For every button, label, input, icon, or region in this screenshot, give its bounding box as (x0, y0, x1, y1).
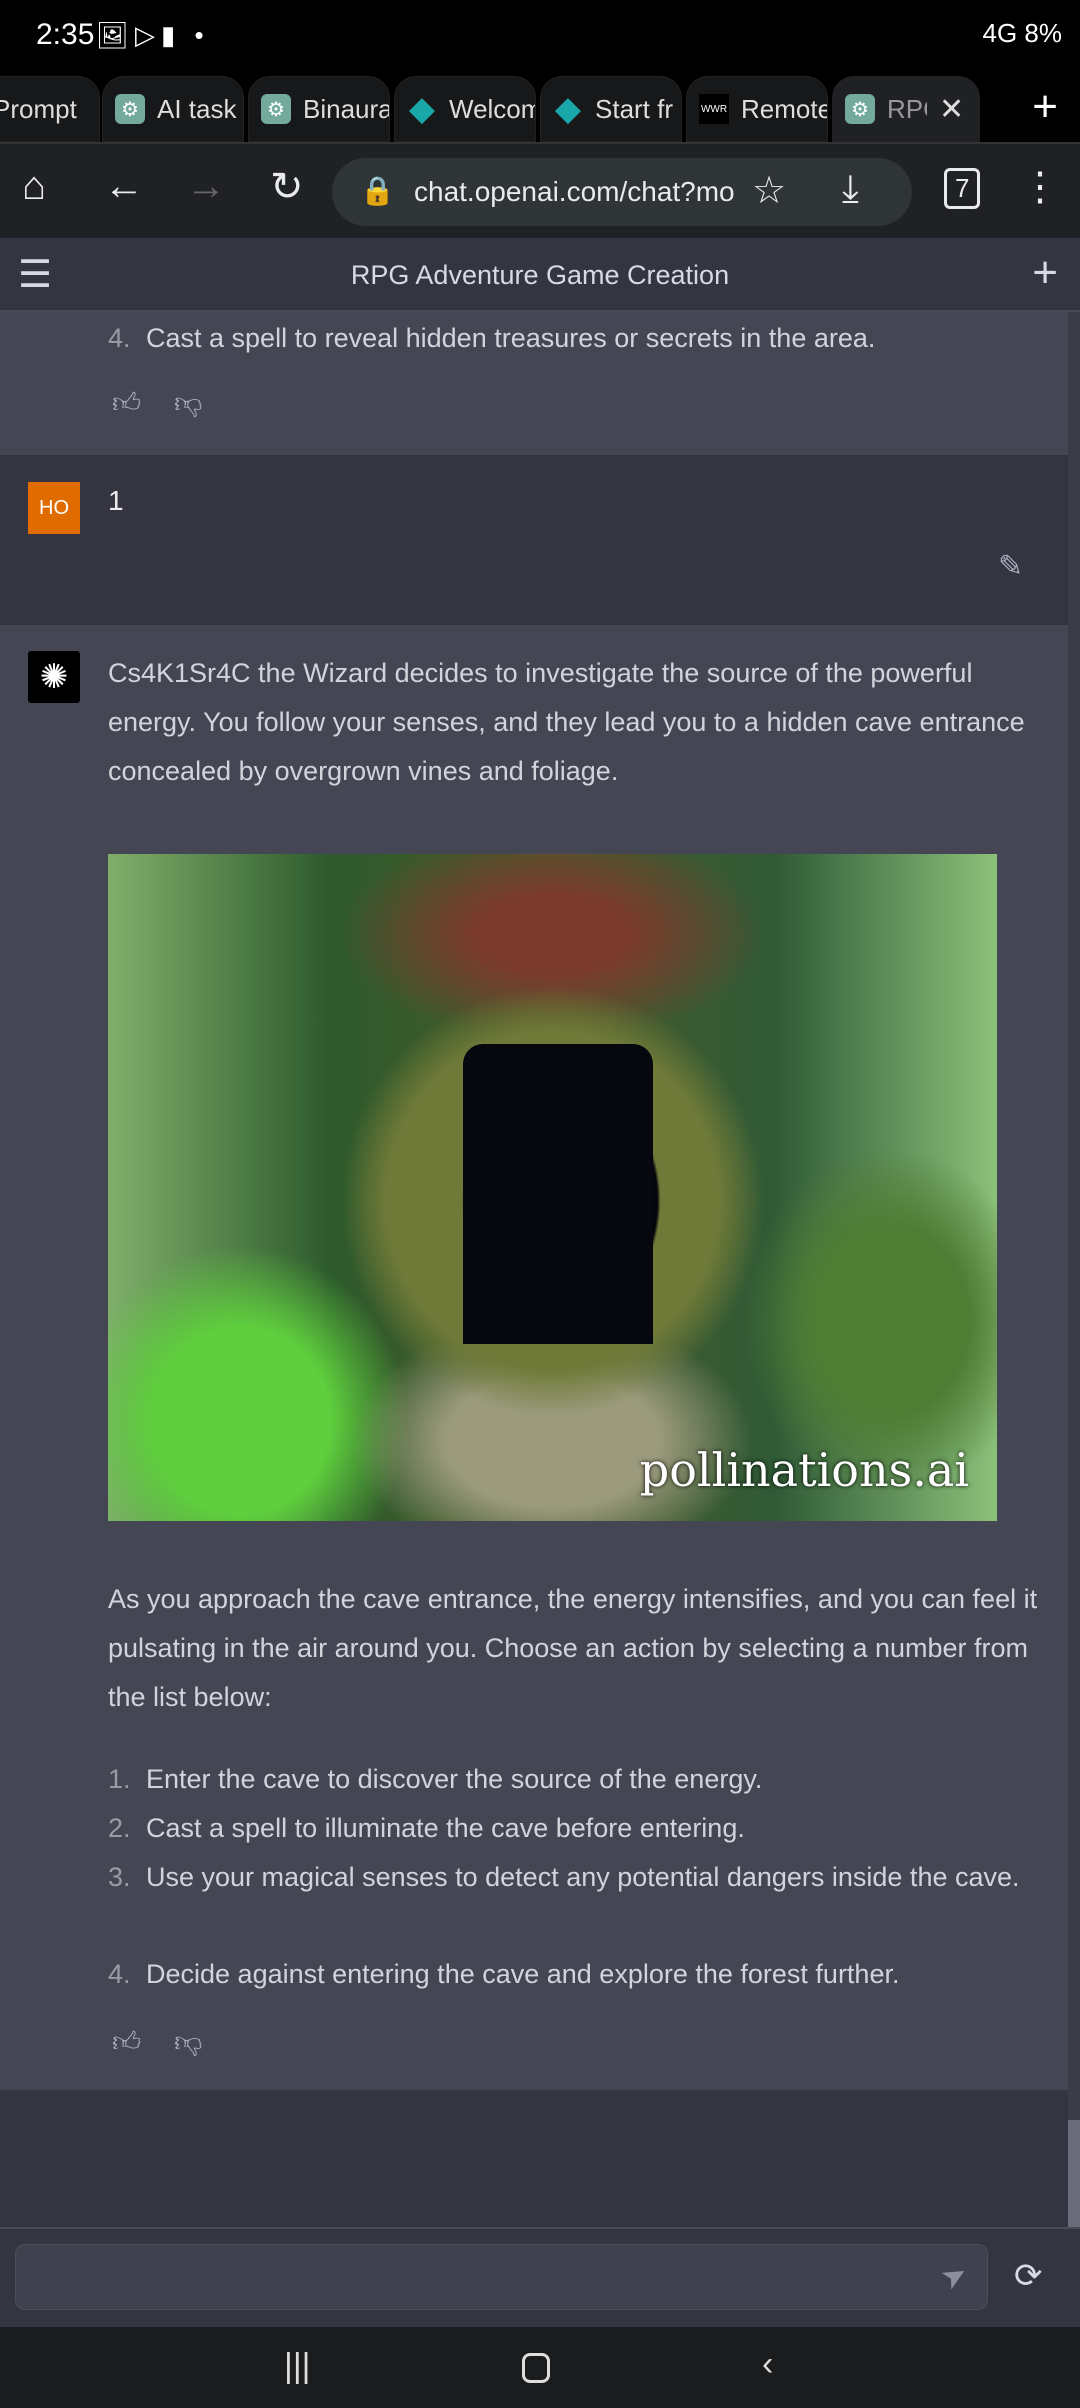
user-avatar: HO (28, 482, 80, 534)
chat-header: ☰ RPG Adventure Game Creation + (0, 238, 1080, 312)
status-bar: 2:35 🖼▷▮ • 4G 8% (0, 0, 1080, 72)
tab-label: Start fr (595, 93, 674, 124)
item-text: Decide against entering the cave and exp… (146, 1959, 900, 1989)
diamond-icon: ◆ (408, 90, 436, 128)
tab-label: Welcome (449, 93, 535, 124)
edit-icon[interactable]: ✎ (998, 549, 1023, 584)
home-button-icon[interactable] (522, 2353, 550, 2383)
tab-label: Binaural (303, 93, 390, 124)
scrollbar-thumb[interactable] (1068, 2120, 1080, 2227)
openai-icon: ⚙ (261, 94, 291, 124)
star-icon[interactable]: ☆ (752, 168, 786, 213)
regenerate-icon[interactable]: ⟳ (1014, 2256, 1043, 2296)
notification-icons: 🖼▷▮ • (96, 20, 210, 50)
item-number: 3. (108, 1862, 131, 1892)
scrollbar-track[interactable] (1068, 312, 1080, 2227)
item-number: 4. (108, 323, 131, 353)
android-nav-bar: ||| ‹ (0, 2327, 1080, 2408)
cave-doorway (463, 1044, 653, 1344)
menu-icon[interactable]: ⋮ (1020, 164, 1060, 210)
clock: 2:35 (36, 18, 95, 51)
intro-text: Cs4K1Sr4C the Wizard decides to investig… (108, 658, 1025, 786)
lock-icon[interactable]: 🔒 (360, 174, 395, 207)
chat-title: RPG Adventure Game Creation (350, 260, 730, 290)
recent-apps-icon[interactable]: ||| (284, 2347, 311, 2386)
diamond-icon: ◆ (554, 90, 582, 128)
wwr-icon: WWR (699, 94, 729, 124)
tab-label: RPG (887, 93, 927, 124)
close-tab-icon[interactable]: ✕ (939, 92, 964, 127)
forward-icon[interactable]: → (186, 164, 226, 209)
assistant-message: ✺ Cs4K1Sr4C the Wizard decides to invest… (0, 625, 1068, 2090)
back-nav-icon[interactable]: ‹ (762, 2345, 773, 2384)
cave-image: pollinations.ai (108, 854, 997, 1521)
tab-label: Remote (741, 93, 828, 124)
system-status: 4G 8% (982, 18, 1063, 48)
tab-binaural[interactable]: ⚙ Binaural (248, 76, 390, 142)
thumbs-down-icon[interactable]: 👎︎ (174, 386, 202, 420)
new-tab-button[interactable]: + (1032, 82, 1058, 132)
new-chat-icon[interactable]: + (1032, 248, 1058, 298)
url-text[interactable]: chat.openai.com/chat?model (414, 176, 734, 208)
openai-logo-icon: ✺ (28, 651, 80, 703)
address-bar[interactable]: 🔒 chat.openai.com/chat?model ☆ ⤓ (332, 158, 912, 226)
tab-strip: Prompt ⚙ AI task ⚙ Binaural ◆ Welcome ◆ Star… (0, 72, 1080, 142)
tab-start[interactable]: ◆ Start fr (540, 76, 682, 142)
tab-count-button[interactable]: 7 (944, 168, 981, 209)
tab-remote[interactable]: WWR Remote (686, 76, 828, 142)
item-number: 1. (108, 1764, 131, 1794)
reload-icon[interactable]: ↻ (270, 164, 304, 210)
tab-label: AI task (157, 93, 237, 124)
item-text: Enter the cave to discover the source of… (146, 1764, 763, 1794)
item-number: 4. (108, 1959, 131, 1989)
tab-rpg-active[interactable]: ⚙ RPG ✕ (832, 76, 980, 142)
thumbs-up-icon[interactable]: 👍︎ (112, 2025, 141, 2059)
send-icon[interactable]: ➤ (935, 2255, 974, 2298)
user-message: HO 1 ✎ (0, 455, 1068, 625)
back-icon[interactable]: ← (104, 164, 144, 209)
prompt-text: As you approach the cave entrance, the e… (108, 1584, 1038, 1712)
tab-label: Prompt (0, 93, 77, 124)
item-number: 2. (108, 1813, 131, 1843)
tab-ai-task[interactable]: ⚙ AI task (102, 76, 244, 142)
item-text: Use your magical senses to detect any po… (146, 1862, 1020, 1892)
home-icon[interactable]: ⌂ (22, 164, 46, 209)
image-watermark: pollinations.ai (639, 1443, 969, 1497)
thumbs-up-icon[interactable]: 👍︎ (112, 386, 141, 420)
tab-welcome[interactable]: ◆ Welcome (394, 76, 536, 142)
user-message-text: 1 (108, 485, 124, 516)
assistant-message-previous: 4. Cast a spell to reveal hidden treasure… (0, 312, 1068, 455)
openai-icon: ⚙ (845, 94, 875, 124)
thumbs-down-icon[interactable]: 👎︎ (174, 2025, 202, 2059)
item-text: Cast a spell to illuminate the cave befo… (146, 1813, 745, 1843)
item-text: Cast a spell to reveal hidden treasures … (146, 323, 876, 353)
openai-icon: ⚙ (115, 94, 145, 124)
tab-prompt[interactable]: Prompt (0, 76, 100, 142)
message-input[interactable]: ➤ (15, 2244, 988, 2310)
download-icon[interactable]: ⤓ (842, 168, 859, 211)
